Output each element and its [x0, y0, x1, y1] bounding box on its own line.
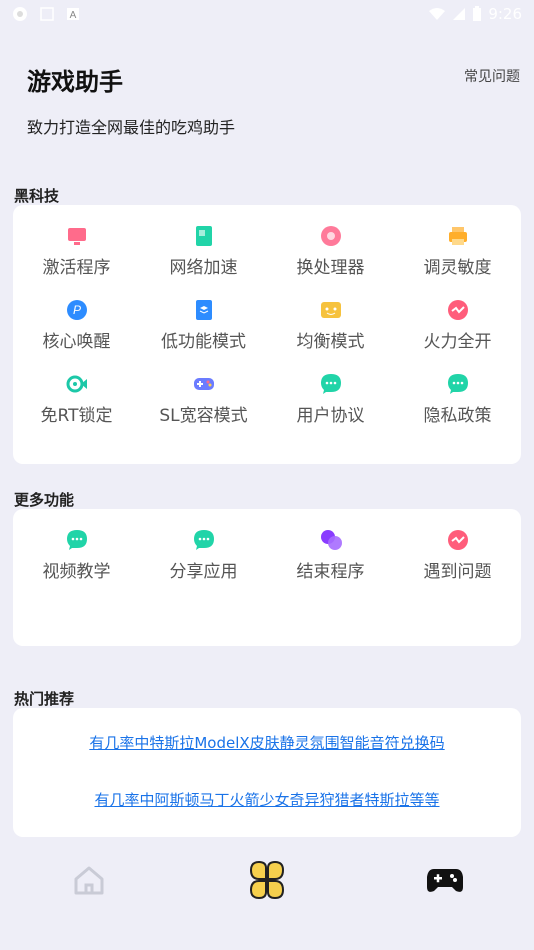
- gamepad-icon: [427, 869, 463, 892]
- chat-icon: [66, 529, 88, 551]
- black-tech-card: 激活程序 网络加速 换处理器 调灵敏度 P 核心唤醒 低功能模式 均衡模式 火力全开免RT锁定 S…: [13, 205, 521, 464]
- black-tech-item-label: 低功能模式: [161, 332, 246, 352]
- chat-icon: [320, 373, 342, 395]
- more-functions-item[interactable]: 结束程序: [267, 529, 394, 603]
- black-tech-item[interactable]: 免RT锁定: [13, 373, 140, 447]
- printer-icon: [447, 225, 469, 247]
- p-badge-icon: P: [66, 299, 88, 321]
- black-tech-item-label: 火力全开: [423, 332, 492, 352]
- section-label-more: 更多功能: [14, 491, 75, 509]
- section-label-black-tech: 黑科技: [14, 187, 60, 205]
- page-subtitle: 致力打造全网最佳的吃鸡助手: [27, 118, 236, 137]
- black-tech-item-label: 激活程序: [42, 258, 111, 278]
- black-tech-item[interactable]: 用户协议: [267, 373, 394, 447]
- black-tech-item-label: 换处理器: [296, 258, 365, 278]
- header: 游戏助手 致力打造全网最佳的吃鸡助手 常见问题: [0, 0, 534, 180]
- chat-icon: [193, 529, 215, 551]
- black-tech-item-label: 网络加速: [169, 258, 238, 278]
- nav-tools[interactable]: [242, 855, 292, 905]
- fish-icon: [66, 373, 88, 395]
- black-tech-item-label: 均衡模式: [296, 332, 365, 352]
- more-functions-card: 视频教学 分享应用 结束程序 遇到问题: [13, 509, 521, 646]
- more-functions-item[interactable]: 视频教学: [13, 529, 140, 603]
- layers-icon: [193, 299, 215, 321]
- more-functions-item-label: 遇到问题: [423, 562, 492, 582]
- home-icon: [74, 866, 104, 895]
- more-functions-item-label: 分享应用: [169, 562, 238, 582]
- black-tech-item[interactable]: 火力全开: [394, 299, 521, 373]
- black-tech-item[interactable]: 隐私政策: [394, 373, 521, 447]
- nav-game[interactable]: [420, 855, 470, 905]
- circles-icon: [320, 529, 342, 551]
- page-title: 游戏助手: [27, 68, 123, 96]
- bottom-nav: [0, 850, 534, 910]
- file-icon: [193, 225, 215, 247]
- faq-link[interactable]: 常见问题: [464, 66, 520, 86]
- bolt-icon: [447, 299, 469, 321]
- black-tech-item-label: 调灵敏度: [423, 258, 492, 278]
- hot-link-1[interactable]: 有几率中特斯拉ModelX皮肤静灵氛围智能音符兑换码: [13, 732, 521, 753]
- monitor-icon: [66, 225, 88, 247]
- chip-icon: [320, 225, 342, 247]
- more-functions-item[interactable]: 分享应用: [140, 529, 267, 603]
- section-label-hot: 热门推荐: [14, 690, 75, 708]
- hot-link-2[interactable]: 有几率中阿斯顿马丁火箭少女奇异狩猎者特斯拉等等: [13, 789, 521, 810]
- black-tech-item[interactable]: 激活程序: [13, 225, 140, 299]
- smile-icon: [320, 299, 342, 321]
- black-tech-item-label: 核心唤醒: [42, 332, 111, 352]
- black-tech-item[interactable]: 均衡模式: [267, 299, 394, 373]
- gamepad-icon: [193, 373, 215, 395]
- black-tech-item-label: 隐私政策: [423, 406, 492, 426]
- black-tech-grid: 激活程序 网络加速 换处理器 调灵敏度 P 核心唤醒 低功能模式 均衡模式 火力全开免RT锁定 S…: [13, 205, 521, 447]
- more-functions-grid: 视频教学 分享应用 结束程序 遇到问题: [13, 509, 521, 603]
- black-tech-item[interactable]: 换处理器: [267, 225, 394, 299]
- black-tech-item-label: 用户协议: [296, 406, 365, 426]
- black-tech-item[interactable]: 网络加速: [140, 225, 267, 299]
- bolt-icon: [447, 529, 469, 551]
- hot-card: 有几率中特斯拉ModelX皮肤静灵氛围智能音符兑换码 有几率中阿斯顿马丁火箭少女…: [13, 708, 521, 837]
- more-functions-item-label: 视频教学: [42, 562, 111, 582]
- chat-icon: [447, 373, 469, 395]
- black-tech-item[interactable]: 低功能模式: [140, 299, 267, 373]
- svg-text:P: P: [72, 303, 80, 317]
- black-tech-item[interactable]: 调灵敏度: [394, 225, 521, 299]
- more-functions-item-label: 结束程序: [296, 562, 365, 582]
- clover-icon: [249, 860, 285, 900]
- black-tech-item[interactable]: SL宽容模式: [140, 373, 267, 447]
- more-functions-item[interactable]: 遇到问题: [394, 529, 521, 603]
- black-tech-item-label: 免RT锁定: [40, 406, 113, 426]
- nav-home[interactable]: [64, 855, 114, 905]
- black-tech-item[interactable]: P 核心唤醒: [13, 299, 140, 373]
- black-tech-item-label: SL宽容模式: [159, 406, 248, 426]
